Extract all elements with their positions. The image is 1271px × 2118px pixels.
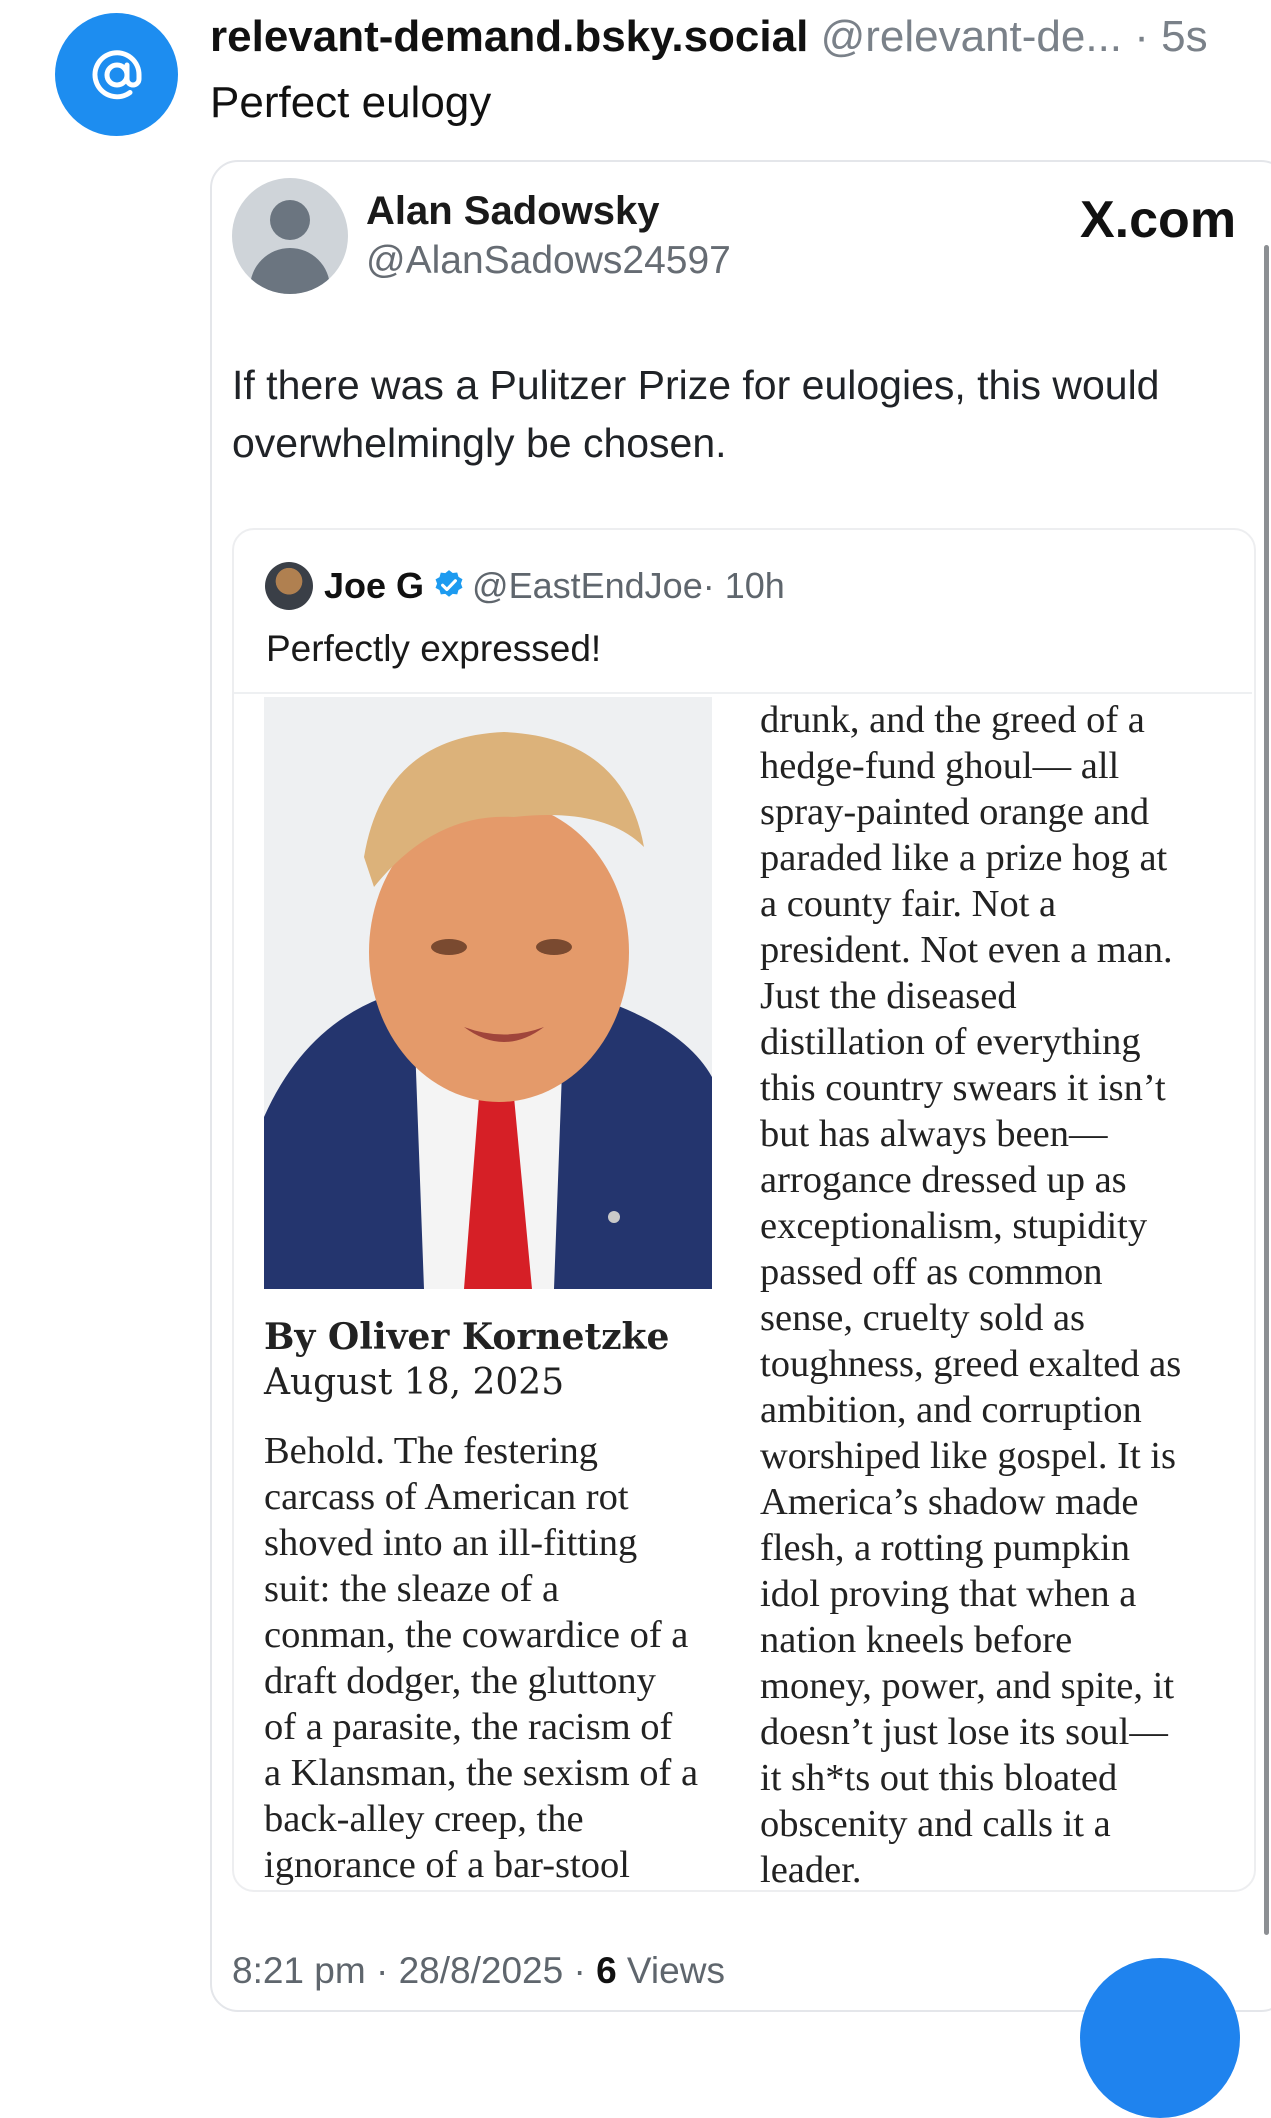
post-header: relevant-demand.bsky.social @relevant-de… [210, 10, 1208, 64]
article-line: worshiped like gospel. It is [760, 1435, 1176, 1477]
article-line: toughness, greed exalted as [760, 1343, 1182, 1385]
scrollbar[interactable] [1264, 245, 1269, 1935]
article-line: exceptionalism, stupidity [760, 1205, 1148, 1247]
article-line: carcass of American rot [264, 1476, 629, 1518]
article-line: president. Not even a man. [760, 929, 1173, 971]
default-profile-icon [232, 178, 348, 294]
article-line: a county fair. Not a [760, 883, 1057, 925]
article-line: Behold. The festering [264, 1430, 598, 1472]
quoted-post-time: · 10h [702, 565, 785, 606]
views-count: 6 [596, 1950, 617, 1991]
quoted-author-name: Joe G [324, 565, 425, 606]
article-line: suit: the sleaze of a [264, 1568, 560, 1610]
article-line: but has always been— [760, 1113, 1108, 1155]
article-line: flesh, a rotting pumpkin [760, 1527, 1130, 1569]
quoted-post-text: Perfectly expressed! [266, 628, 602, 669]
quoted-post-header: Joe G @EastEndJoe· 10h [324, 562, 785, 614]
compose-button[interactable] [1080, 1958, 1240, 2118]
x-post-timestamp: 8:21 pm · 28/8/2025 · [232, 1950, 597, 1991]
article-line: ignorance of a bar-stool [264, 1844, 630, 1886]
post-text: Perfect eulogy [210, 78, 492, 127]
article-line: idol proving that when a [760, 1573, 1137, 1615]
article-line: Just the diseased [760, 975, 1017, 1017]
article-text-right: drunk, and the greed of a hedge-fund gho… [760, 697, 1260, 1893]
profile-avatar[interactable] [55, 13, 178, 136]
article-line: paraded like a prize hog at [760, 837, 1168, 879]
article-line: shoved into an ill-fitting [264, 1522, 638, 1564]
article-byline: By Oliver Kornetzke [264, 1316, 670, 1358]
article-line: hedge-fund ghoul— all [760, 745, 1120, 787]
article-line: drunk, and the greed of a [760, 699, 1145, 741]
x-author-handle: @AlanSadows24597 [366, 239, 731, 282]
article-line: spray-painted orange and [760, 791, 1150, 833]
article-line: distillation of everything [760, 1021, 1141, 1063]
post-timestamp[interactable]: · 5s [1134, 12, 1207, 61]
article-line: back-alley creep, the [264, 1798, 584, 1840]
article-text-left: Behold. The festering carcass of America… [264, 1428, 734, 1888]
article-line: America’s shadow made [760, 1481, 1139, 1523]
x-post-meta: 8:21 pm · 28/8/2025 · 6 Views [232, 1948, 725, 1994]
article-photo [264, 697, 712, 1289]
article-line: this country swears it isn’t [760, 1067, 1166, 1109]
article-line: arrogance dressed up as [760, 1159, 1127, 1201]
article-line: of a parasite, the racism of [264, 1706, 673, 1748]
quoted-author-handle: @EastEndJoe [472, 565, 703, 606]
article-date: August 18, 2025 [264, 1362, 565, 1403]
x-author-name: Alan Sadowsky [366, 189, 660, 233]
x-source-label: X.com [1080, 191, 1237, 249]
article-line: conman, the cowardice of a [264, 1614, 689, 1656]
article-line: draft dodger, the gluttony [264, 1660, 656, 1702]
author-display-name[interactable]: relevant-demand.bsky.social [210, 12, 808, 61]
article-line: ambition, and corruption [760, 1389, 1142, 1431]
article-line: a Klansman, the sexism of a [264, 1752, 699, 1794]
article-line: sense, cruelty sold as [760, 1297, 1086, 1339]
article-line: obscenity and calls it a [760, 1803, 1111, 1845]
article-line: doesn’t just lose its soul— [760, 1711, 1168, 1753]
author-handle[interactable]: @relevant-de... [821, 12, 1122, 61]
user-avatar [265, 562, 313, 610]
views-label: Views [616, 1950, 725, 1991]
article-line: it sh*ts out this bloated [760, 1757, 1118, 1799]
article-line: nation kneels before [760, 1619, 1073, 1661]
article-line: money, power, and spite, it [760, 1665, 1175, 1707]
verified-badge-icon [432, 566, 466, 614]
article-line: leader. [760, 1849, 862, 1891]
at-sign-icon [92, 49, 142, 99]
article-line: passed off as common [760, 1251, 1103, 1293]
x-post-text: If there was a Pulitzer Prize for eulogi… [232, 362, 1160, 466]
divider [234, 692, 1252, 694]
